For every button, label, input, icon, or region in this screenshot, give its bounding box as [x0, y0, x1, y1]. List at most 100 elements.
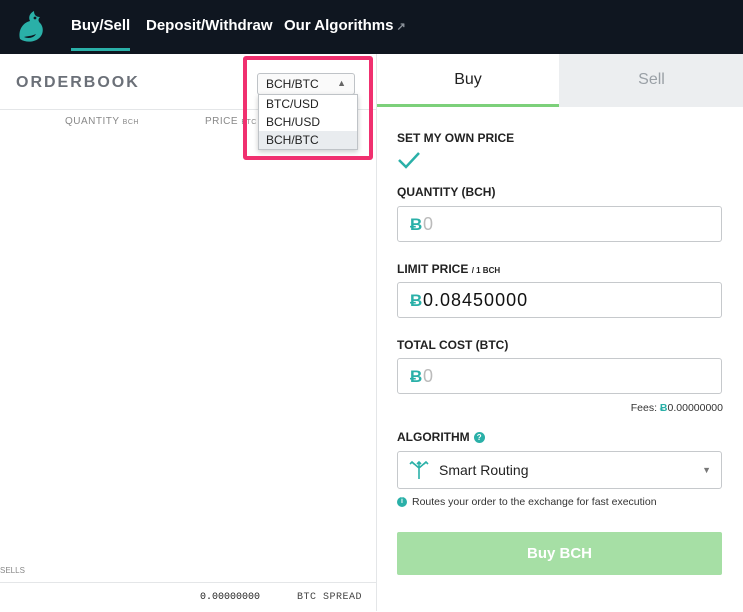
orderbook-row[interactable]: 0.31728851 0.08483400 bitfinex [0, 328, 376, 343]
orderbook-row[interactable]: 0.63114769 0.08463600 bitfinex [0, 418, 376, 433]
orderbook-row[interactable]: 0.10000000 0.08486000 bitfinex [0, 283, 376, 298]
info-icon: i [397, 497, 407, 508]
logo-icon[interactable] [14, 9, 50, 45]
row-exchange: bitfinex [306, 313, 357, 325]
row-exchange: bitstamp [306, 358, 357, 370]
row-quantity-main: 3.5504 [68, 508, 107, 520]
row-price: 0.08483800 [194, 313, 257, 325]
checkmark-icon[interactable] [397, 150, 421, 170]
limit-price-field[interactable]: Ƀ 0.08450000 [397, 282, 722, 318]
row-price: 0.08463521 [194, 433, 257, 445]
orderbook-row[interactable]: 11.90805751 0.08504962 bitstamp [0, 178, 376, 193]
row-price: 0.08463600 [194, 418, 257, 430]
tab-sell[interactable]: Sell [559, 54, 743, 107]
row-quantity-main: 0.00622059 [68, 433, 132, 445]
bitcoin-icon: Ƀ [410, 291, 423, 310]
row-price-main: 0.084838 [194, 313, 245, 325]
orderbook-row[interactable]: 3.55040000 0.08460000 bitfinex [0, 508, 376, 523]
orderbook-row[interactable]: 0.92675729 0.08483224 bitstamp [0, 358, 376, 373]
orderbook-row[interactable]: 19.23142193 0.08492400 bitfinex [0, 253, 376, 268]
row-price-pad: 00 [244, 493, 258, 505]
row-quantity: 32.80017210 [63, 373, 132, 385]
row-price-pad: 00 [244, 298, 258, 310]
orderbook-row[interactable]: 21.28935760 0.08492500 bitfinex [0, 238, 376, 253]
row-exchange: bitstamp [306, 268, 357, 280]
pair-option-bch-btc[interactable]: BCH/BTC [259, 131, 357, 149]
orderbook-row[interactable]: 11.85215574 0.08498200 bitfinex [0, 223, 376, 238]
orderbook-row[interactable]: 32.80017210 0.08483223 bitstamp [0, 373, 376, 388]
algorithm-select[interactable]: Smart Routing ▼ [397, 451, 722, 489]
row-quantity-main: 0.92675729 [68, 358, 132, 370]
orderbook-row[interactable]: 0.00622059 0.08463521 bitstamp [0, 433, 376, 448]
pair-option-btc-usd[interactable]: BTC/USD [259, 95, 357, 113]
orderbook-row[interactable]: 0.20000000 0.08451000 bitfinex [0, 523, 376, 538]
pair-option-bch-usd[interactable]: BCH/USD [259, 113, 357, 131]
row-exchange: bitfinex [306, 538, 357, 550]
orderbook-title: ORDERBOOK [16, 74, 140, 91]
orderbook-row[interactable]: 2.85704400 0.08462900 bitfinex [0, 448, 376, 463]
orderbook-row[interactable]: 1.63312309 0.08483300 bitfinex [0, 343, 376, 358]
row-price-main: 0.084833 [194, 343, 245, 355]
row-price: 0.08492500 [194, 238, 257, 250]
row-quantity: 4.22300000 [69, 193, 132, 205]
orderbook-row[interactable]: 0.15192948 0.08485900 bitfinex [0, 298, 376, 313]
orderbook-row[interactable]: 7.18924482 0.08450100 bitfinex [0, 538, 376, 553]
orderbook-row[interactable]: 0.10000000 0.08488018 bitstamp [0, 268, 376, 283]
pair-select[interactable]: BCH/BTC ▲ [257, 73, 355, 95]
row-price: 0.08503000 [194, 208, 257, 220]
row-quantity: 11.90805751 [63, 178, 132, 190]
row-price-pad: 000 [238, 283, 258, 295]
row-quantity-pad: 0 [125, 373, 132, 385]
quantity-column-header: QUANTITY BCH [65, 116, 139, 127]
orderbook-row[interactable]: 28.20023562 0.08460900 bitfinex [0, 478, 376, 493]
row-quantity-main: 0.63114769 [68, 418, 132, 430]
nav-our-algorithms-label: Our Algorithms [284, 17, 394, 34]
row-price-pad: 600 [238, 193, 258, 205]
row-price-main: 0.08486 [194, 283, 239, 295]
orderbook-row[interactable]: 0.60418835 0.08505511 bitfinex [0, 148, 376, 163]
row-price-pad: 00 [244, 238, 258, 250]
row-quantity: 2.85704400 [69, 448, 132, 460]
row-price-main: 0.08483223 [194, 373, 258, 385]
row-quantity: 0.10000000 [69, 283, 132, 295]
orderbook-row[interactable]: 0.38977060 0.08483222 bitstamp [0, 388, 376, 403]
row-price-main: 0.08505 [194, 148, 239, 160]
depth-bar [0, 253, 4, 265]
row-price-main: 0.08504963 [194, 163, 258, 175]
pair-select-value: BCH/BTC [266, 77, 319, 91]
limit-price-unit: / 1 BCH [471, 266, 501, 275]
row-exchange: bitfinex [306, 478, 357, 490]
orderbook-row[interactable]: 0.10000000 0.08504963 bitstamp [0, 163, 376, 178]
orderbook-row[interactable]: 0.10000000 0.08503000 bitfinex [0, 208, 376, 223]
nav-buy-sell[interactable]: Buy/Sell [71, 17, 131, 51]
row-price-main: 0.084501 [194, 538, 245, 550]
row-price-main: 0.084607 [194, 493, 245, 505]
external-link-icon: ↗ [396, 21, 406, 33]
orderbook-row[interactable]: 0.52790014 0.08483800 bitfinex [0, 313, 376, 328]
orderbook-row[interactable]: 0.00007112 0.08450000 bitstamp [0, 553, 376, 568]
nav-our-algorithms[interactable]: Our Algorithms ↗ [284, 17, 406, 34]
orderbook-row[interactable]: 0.63112369 0.08460700 bitfinex [0, 493, 376, 508]
own-price-label: SET MY OWN PRICE [397, 131, 515, 145]
row-price-main: 0.084834 [194, 328, 245, 340]
fees-label: Fees: [630, 402, 657, 414]
row-price-main: 0.084610 [194, 463, 245, 475]
row-price-pad: 0000 [231, 553, 258, 565]
row-quantity-main: 0.3897706 [68, 388, 126, 400]
orderbook-row[interactable]: 11.85785960 0.08471900 bitfinex [0, 403, 376, 418]
buy-button[interactable]: Buy BCH [397, 532, 722, 575]
row-quantity-pad: 0 [125, 388, 132, 400]
orderbook-row[interactable]: 4.22300000 0.08504600 bitfinex [0, 193, 376, 208]
row-exchange: bitfinex [306, 343, 357, 355]
row-price-pad: 000 [238, 508, 258, 520]
row-quantity-pad: 0000000 [87, 163, 132, 175]
help-icon[interactable]: ? [473, 432, 485, 444]
row-price: 0.08460700 [194, 493, 257, 505]
total-cost-field[interactable]: Ƀ 0 [397, 358, 722, 394]
row-exchange: bitfinex [306, 223, 357, 235]
algorithm-info-text: Routes your order to the exchange for fa… [412, 496, 657, 508]
nav-deposit-withdraw[interactable]: Deposit/Withdraw [146, 17, 273, 34]
quantity-field[interactable]: Ƀ 0 [397, 206, 722, 242]
orderbook-row[interactable]: 2.37157201 0.08461000 bitfinex [0, 463, 376, 478]
tab-buy[interactable]: Buy [377, 54, 559, 107]
